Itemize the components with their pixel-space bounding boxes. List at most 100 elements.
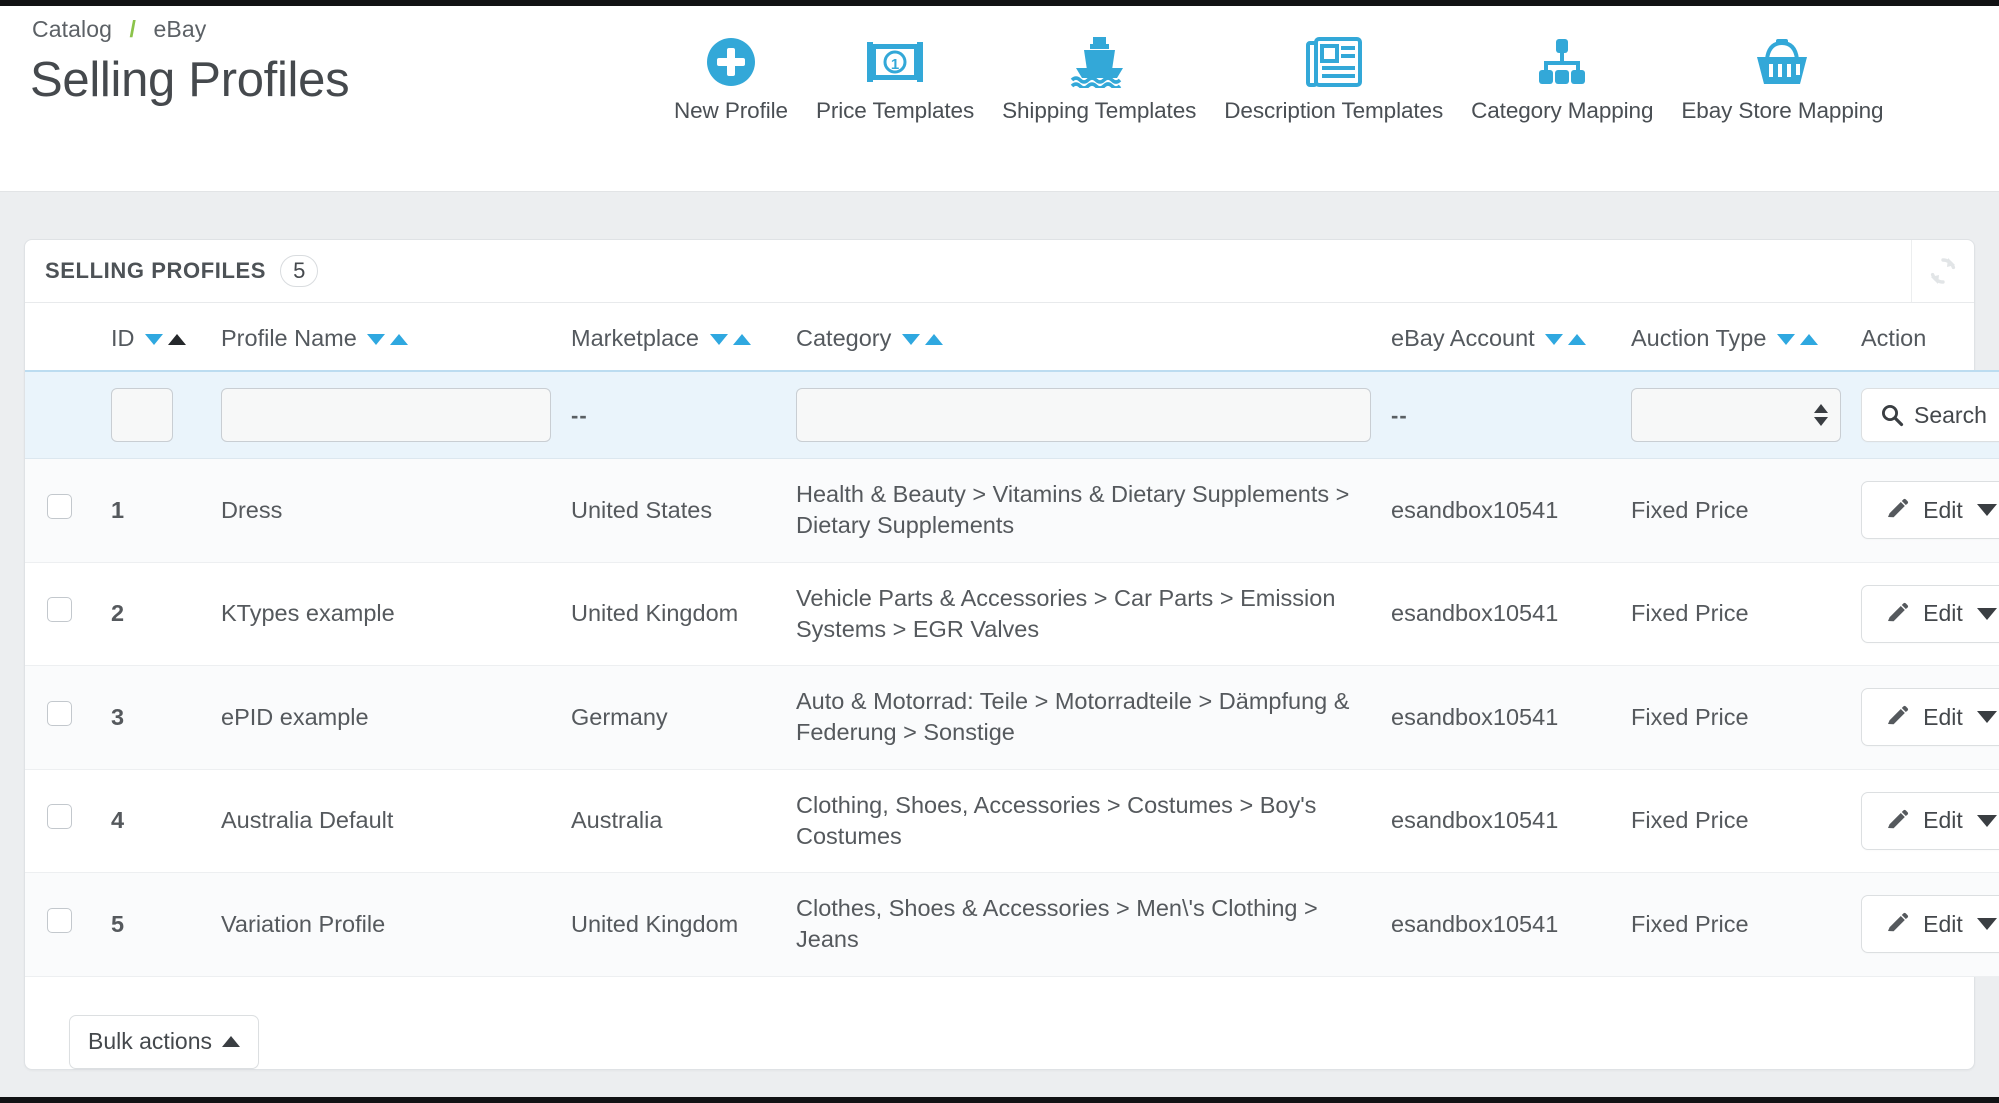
panel-header: SELLING PROFILES 5 [25, 240, 1974, 303]
cell-auction-type: Fixed Price [1621, 769, 1851, 873]
header-id[interactable]: ID [101, 303, 211, 371]
breadcrumb-separator: / [129, 16, 136, 42]
toolbar-item-price-templates[interactable]: 1 Price Templates [802, 34, 988, 124]
filter-profile-name-input[interactable] [221, 388, 551, 442]
edit-button[interactable]: Edit [1861, 895, 1999, 954]
header-category-label: Category [796, 325, 892, 351]
breadcrumb-item-catalog[interactable]: Catalog [32, 16, 112, 42]
header-auction-type[interactable]: Auction Type [1621, 303, 1851, 371]
sort-controls-auction-type[interactable] [1776, 334, 1818, 346]
row-checkbox[interactable] [47, 907, 72, 933]
newspaper-icon [1305, 34, 1362, 90]
toolbar-item-ebay-store-mapping[interactable]: Ebay Store Mapping [1667, 34, 1897, 124]
panel-header-actions [1911, 240, 1974, 302]
toolbar-item-category-mapping[interactable]: Category Mapping [1457, 34, 1667, 124]
toolbar-item-description-templates[interactable]: Description Templates [1210, 34, 1457, 124]
top-bar: Catalog / eBay Selling Profiles New Prof… [0, 6, 1999, 192]
bulk-actions-button[interactable]: Bulk actions [69, 1014, 260, 1069]
sort-desc-icon-auction-type[interactable] [1776, 334, 1795, 346]
filter-cell-check [25, 370, 101, 459]
cell-auction-type: Fixed Price [1621, 665, 1851, 770]
spinner-icon [1814, 404, 1828, 426]
cell-profile-name: Dress [211, 458, 561, 563]
panel-title: SELLING PROFILES [45, 258, 267, 283]
sort-asc-icon-profile-name[interactable] [390, 334, 409, 346]
row-checkbox[interactable] [47, 493, 72, 519]
toolbar-item-new-profile[interactable]: New Profile [660, 34, 802, 124]
chevron-down-icon[interactable] [1976, 814, 1997, 827]
cell-action: Edit [1851, 769, 1999, 873]
edit-button-label: Edit [1923, 703, 1963, 730]
table-header-row: ID Profile Name Marketplace Category eBa… [25, 303, 1999, 371]
filter-auction-type-select[interactable] [1631, 388, 1841, 442]
toolbar-label-new-profile: New Profile [674, 98, 788, 123]
sort-controls-ebay-account[interactable] [1545, 334, 1587, 346]
header-category[interactable]: Category [786, 303, 1381, 371]
sort-desc-icon-profile-name[interactable] [367, 334, 386, 346]
refresh-button[interactable] [1911, 240, 1974, 302]
cell-marketplace: United Kingdom [561, 872, 786, 977]
toolbar-item-shipping-templates[interactable]: Shipping Templates [988, 34, 1210, 124]
sort-asc-icon-auction-type[interactable] [1799, 334, 1818, 346]
sort-controls-category[interactable] [901, 334, 943, 346]
toolbar-label-category-mapping: Category Mapping [1471, 98, 1654, 123]
toolbar-label-ebay-store-mapping: Ebay Store Mapping [1681, 98, 1884, 123]
chevron-down-icon[interactable] [1976, 607, 1997, 620]
table-filter-row: -- -- Search [25, 370, 1999, 459]
sort-desc-icon-category[interactable] [901, 334, 920, 346]
sort-asc-icon-ebay-account[interactable] [1568, 334, 1587, 346]
filter-cell-marketplace[interactable]: -- [561, 370, 786, 459]
cell-auction-type: Fixed Price [1621, 872, 1851, 977]
sort-asc-icon-id[interactable] [168, 334, 187, 346]
sort-controls-id[interactable] [145, 334, 187, 346]
sort-controls-profile-name[interactable] [367, 334, 409, 346]
filter-cell-action: Search [1851, 370, 1999, 459]
cell-profile-name: Australia Default [211, 769, 561, 873]
table-row[interactable]: 3 ePID example Germany Auto & Motorrad: … [25, 665, 1999, 770]
breadcrumb-item-ebay[interactable]: eBay [153, 16, 206, 42]
edit-button[interactable]: Edit [1861, 481, 1999, 540]
table-row[interactable]: 1 Dress United States Health & Beauty > … [25, 458, 1999, 563]
sort-asc-icon-marketplace[interactable] [732, 334, 751, 346]
sort-desc-icon-ebay-account[interactable] [1545, 334, 1564, 346]
cell-id: 1 [101, 458, 211, 563]
chevron-down-icon[interactable] [1976, 711, 1997, 724]
table-row[interactable]: 5 Variation Profile United Kingdom Cloth… [25, 872, 1999, 977]
filter-category-input[interactable] [796, 388, 1371, 442]
svg-text:1: 1 [891, 56, 899, 73]
row-checkbox[interactable] [47, 597, 72, 623]
edit-button[interactable]: Edit [1861, 688, 1999, 747]
row-checkbox[interactable] [47, 804, 72, 830]
cell-action: Edit [1851, 562, 1999, 666]
pencil-icon [1885, 705, 1909, 729]
header-ebay-account[interactable]: eBay Account [1381, 303, 1621, 371]
row-checkbox[interactable] [47, 700, 72, 726]
table-row[interactable]: 2 KTypes example United Kingdom Vehicle … [25, 562, 1999, 666]
cell-marketplace: Germany [561, 665, 786, 770]
search-button[interactable]: Search [1861, 388, 1999, 442]
edit-button[interactable]: Edit [1861, 584, 1999, 643]
filter-id-input[interactable] [111, 388, 173, 442]
pencil-icon [1885, 809, 1909, 833]
filter-cell-id [101, 370, 211, 459]
header-profile-name[interactable]: Profile Name [211, 303, 561, 371]
chevron-down-icon[interactable] [1976, 504, 1997, 517]
toolbar-label-shipping-templates: Shipping Templates [1002, 98, 1197, 123]
header-action-label: Action [1861, 325, 1927, 351]
spinner-up-icon [1814, 404, 1828, 413]
chevron-down-icon[interactable] [1976, 918, 1997, 931]
filter-cell-ebay-account[interactable]: -- [1381, 370, 1621, 459]
table-row[interactable]: 4 Australia Default Australia Clothing, … [25, 769, 1999, 873]
cell-id: 4 [101, 769, 211, 873]
row-checkbox-cell [25, 458, 101, 563]
sort-desc-icon-marketplace[interactable] [709, 334, 728, 346]
header-id-label: ID [111, 325, 135, 351]
sort-asc-icon-category[interactable] [924, 334, 943, 346]
header-marketplace[interactable]: Marketplace [561, 303, 786, 371]
sort-controls-marketplace[interactable] [709, 334, 751, 346]
edit-button[interactable]: Edit [1861, 791, 1999, 850]
cell-action: Edit [1851, 872, 1999, 977]
search-button-label: Search [1914, 401, 1987, 428]
sort-desc-icon-id[interactable] [145, 334, 164, 346]
cell-category: Clothes, Shoes & Accessories > Men\'s Cl… [786, 872, 1381, 977]
